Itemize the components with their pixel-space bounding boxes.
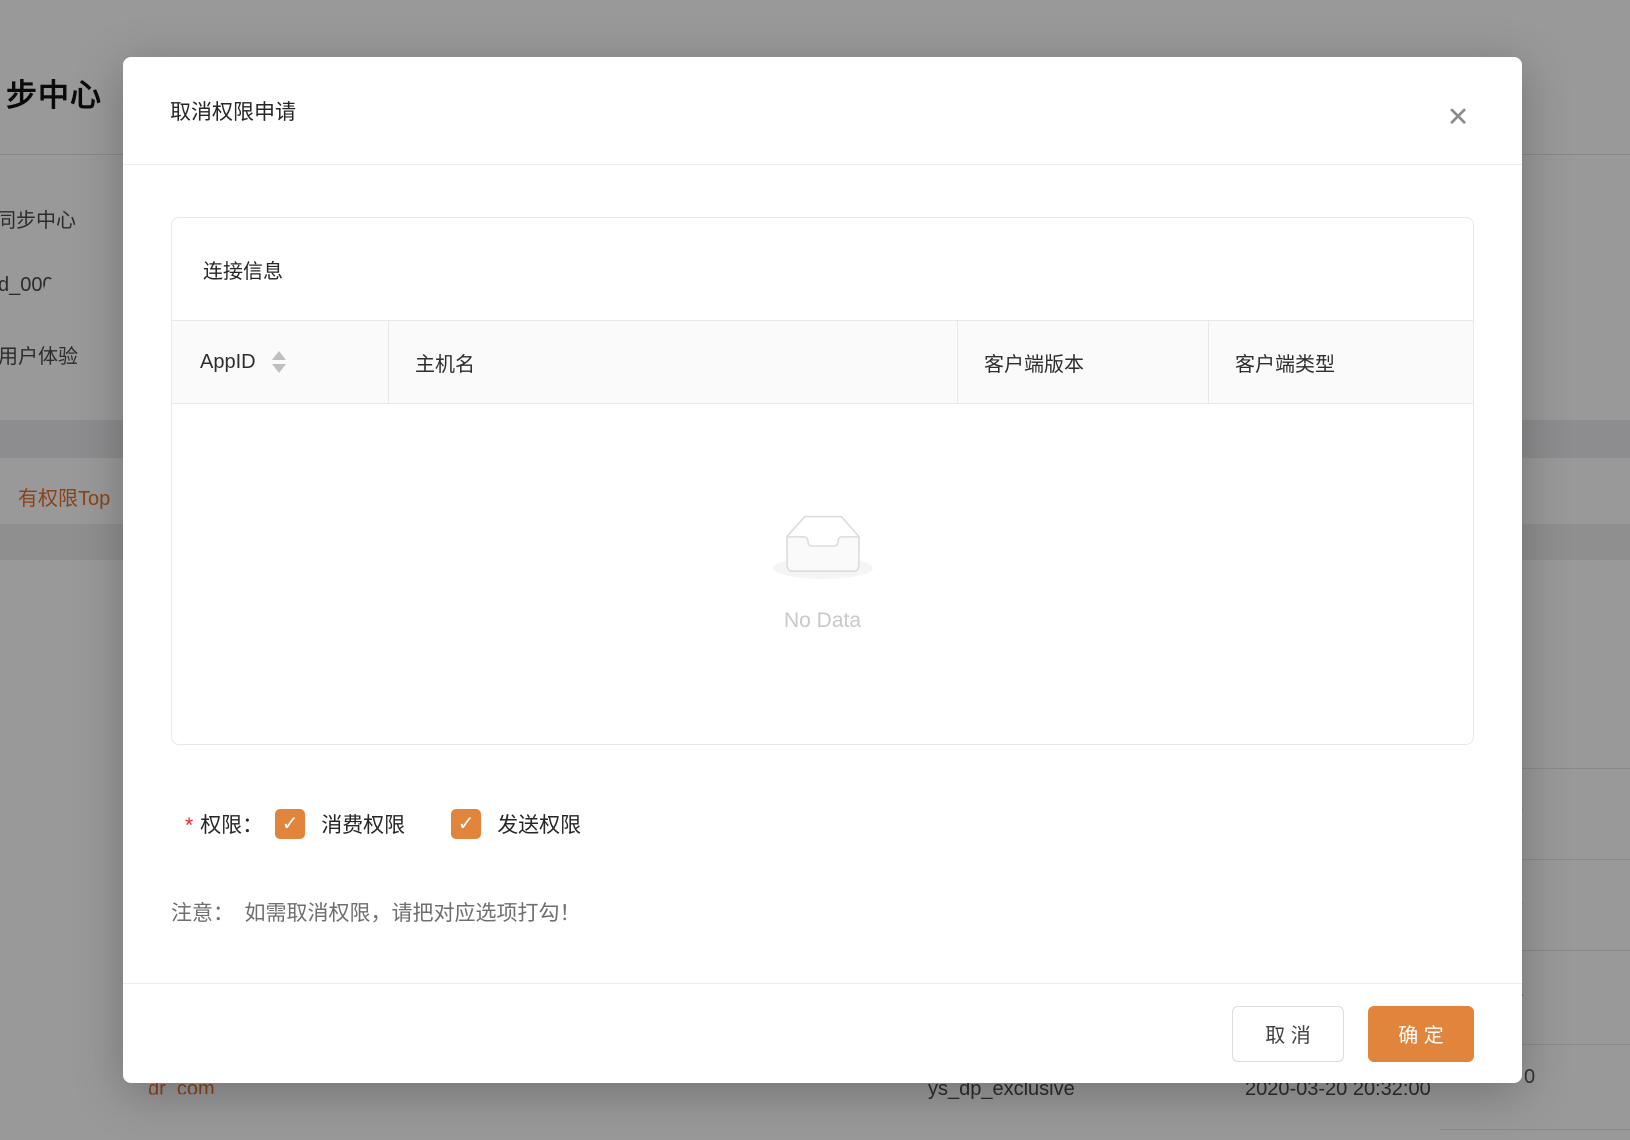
card-title: 连接信息 [172, 218, 1473, 320]
note-text: 注意： 如需取消权限，请把对应选项打勾！ [171, 897, 1474, 927]
column-header-client-type: 客户端类型 [1209, 321, 1473, 403]
dialog-header: 取消权限申请 ✕ [123, 57, 1522, 165]
screen: 步中心 同步中心 d_000 用户体验 有权限Top 9 5 4 0 dr_co… [0, 0, 1630, 1140]
permission-row: * 权限： ✓ 消费权限 ✓ 发送权限 [171, 809, 1474, 839]
send-permission-checkbox-label[interactable]: 发送权限 [497, 809, 581, 839]
cancel-button[interactable]: 取 消 [1232, 1006, 1344, 1062]
column-header-client-version: 客户端版本 [958, 321, 1209, 403]
send-permission-checkbox[interactable]: ✓ [451, 809, 481, 839]
column-header-appid-label: AppID [200, 351, 256, 374]
empty-state-text: No Data [784, 609, 861, 633]
checkbox-check-icon: ✓ [458, 814, 475, 834]
consume-permission-checkbox[interactable]: ✓ [275, 809, 305, 839]
table-header-row: AppID 主机名 客户端版本 客户端类型 [172, 320, 1473, 404]
column-header-appid[interactable]: AppID [172, 321, 389, 403]
permission-label: 权限： [200, 809, 263, 839]
column-header-hostname: 主机名 [389, 321, 958, 403]
checkbox-check-icon: ✓ [282, 814, 299, 834]
dialog-body: 连接信息 AppID 主机名 客户端版本 客户端类型 [123, 165, 1522, 927]
confirm-button[interactable]: 确 定 [1368, 1006, 1474, 1062]
required-mark: * [185, 814, 193, 838]
sort-caret-down-icon [272, 364, 286, 373]
dialog-title: 取消权限申请 [170, 96, 296, 126]
sort-caret-up-icon [272, 351, 286, 360]
empty-box-icon [773, 515, 873, 579]
dialog-footer: 取 消 确 定 [123, 983, 1522, 1083]
connection-info-card: 连接信息 AppID 主机名 客户端版本 客户端类型 [171, 217, 1474, 745]
close-icon[interactable]: ✕ [1436, 95, 1480, 139]
cancel-permission-dialog: 取消权限申请 ✕ 连接信息 AppID 主机名 客户端版本 客户端类型 [123, 57, 1522, 1083]
consume-permission-checkbox-label[interactable]: 消费权限 [321, 809, 405, 839]
empty-state: No Data [172, 404, 1473, 744]
sort-caret-icon[interactable] [272, 351, 286, 373]
